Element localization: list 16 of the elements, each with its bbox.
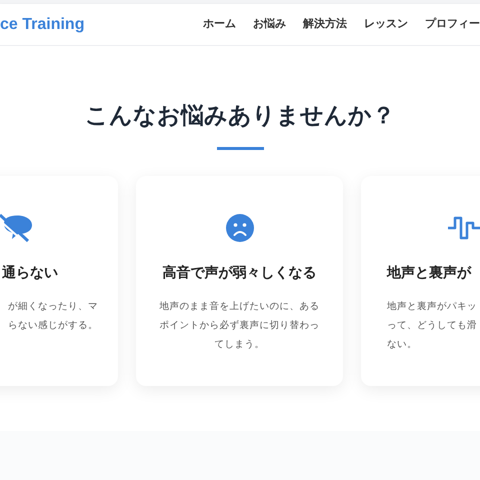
- card-description: が細くなったり、マ らない感じがする。: [8, 300, 98, 332]
- nav-link[interactable]: レッスン: [364, 16, 408, 33]
- sad-face-icon: [224, 212, 254, 242]
- square-wave-icon: [447, 214, 480, 240]
- title-underline: [216, 146, 264, 150]
- card-description: 地声のまま音を上げたいのに、ある ポイントから必ず裏声に切り替わっ てしまう。: [160, 300, 320, 352]
- card-title: 通らない: [2, 262, 58, 282]
- card-description: 地声と裏声がパキッ って、どうしても滑 ない。: [387, 300, 477, 352]
- nav-link[interactable]: ホーム: [203, 16, 236, 33]
- nav-link[interactable]: プロフィー: [425, 16, 480, 33]
- nav-link[interactable]: 解決方法: [303, 16, 347, 33]
- card-title: 地声と裏声が: [387, 262, 471, 282]
- logo[interactable]: ce Training: [0, 12, 84, 36]
- section-title: こんなお悩みありませんか？: [85, 101, 395, 130]
- card-title: 高音で声が弱々しくなる: [162, 262, 316, 282]
- nav-link[interactable]: お悩み: [253, 16, 286, 33]
